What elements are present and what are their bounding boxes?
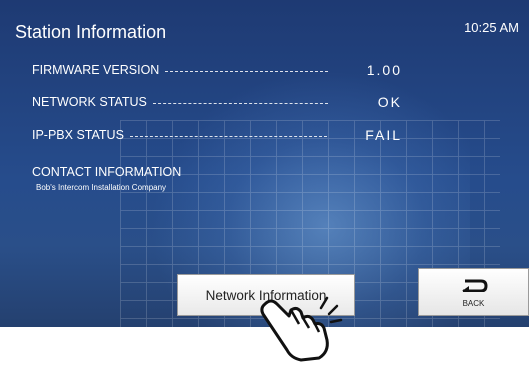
- display-screen: Station Information 10:25 AM FIRMWARE VE…: [0, 0, 529, 327]
- pointing-hand-icon: [255, 296, 345, 362]
- leader-dots: [152, 102, 328, 104]
- leader-dots: [165, 70, 328, 72]
- info-row-network-status: NETWORK STATUS OK: [32, 93, 402, 111]
- info-row-value: OK: [377, 94, 402, 110]
- info-row-firmware-version: FIRMWARE VERSION 1.00: [32, 61, 402, 79]
- back-arrow-icon: [459, 276, 489, 297]
- info-row-label: FIRMWARE VERSION: [32, 63, 160, 77]
- info-row-ip-pbx-status: IP-PBX STATUS FAIL: [32, 126, 402, 144]
- info-row-value: 1.00: [366, 62, 402, 78]
- contact-company: Bob's Intercom Installation Company: [36, 183, 167, 192]
- info-row-label: NETWORK STATUS: [32, 95, 147, 109]
- clock: 10:25 AM: [464, 20, 519, 35]
- contact-heading: CONTACT INFORMATION: [32, 165, 182, 179]
- info-row-value: FAIL: [365, 127, 402, 143]
- back-button[interactable]: BACK: [418, 268, 529, 316]
- leader-dots: [129, 135, 328, 137]
- back-label: BACK: [462, 299, 485, 308]
- info-row-label: IP-PBX STATUS: [32, 128, 124, 142]
- page-title: Station Information: [15, 22, 167, 42]
